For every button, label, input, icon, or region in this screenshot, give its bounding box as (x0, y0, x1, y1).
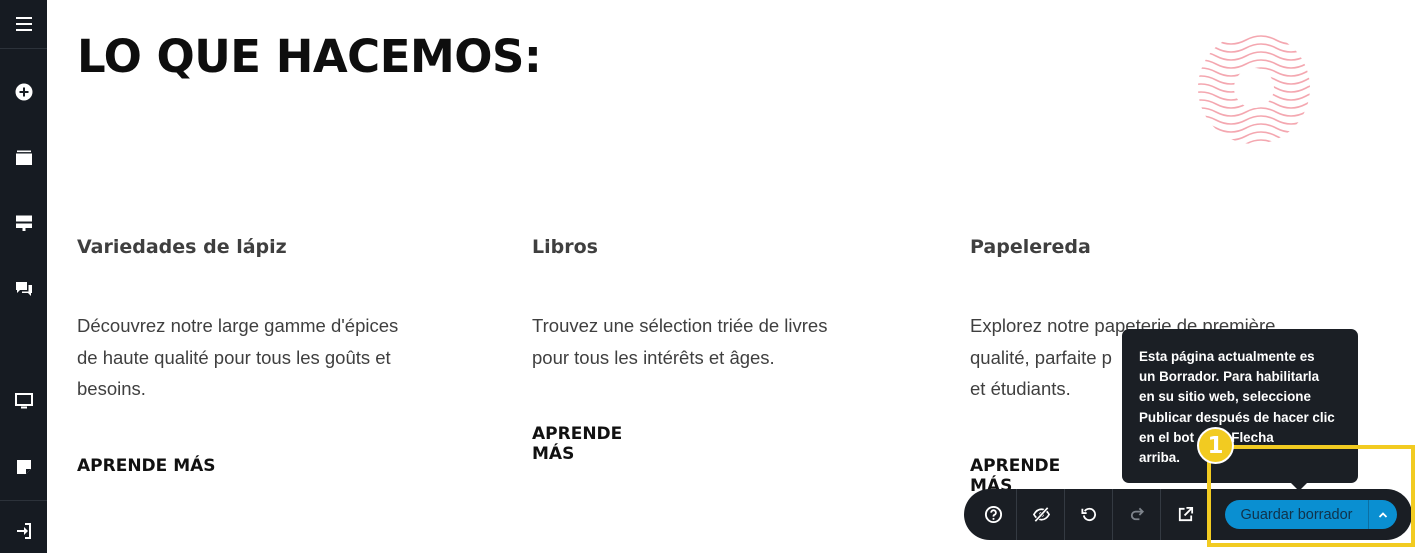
sections-button[interactable] (0, 199, 47, 247)
redo-button[interactable] (1113, 489, 1161, 540)
exit-editor-button[interactable] (0, 507, 47, 553)
learn-more-link[interactable]: APRENDE MÁS (77, 456, 216, 476)
open-preview-button[interactable] (1161, 489, 1209, 540)
decorative-ring-graphic (1198, 35, 1311, 144)
column-description: Trouvez une sélection triée de livres po… (532, 315, 828, 368)
redo-icon (1130, 507, 1144, 521)
highlight-annotation-box (1207, 445, 1415, 547)
column-heading: Libros (532, 236, 598, 258)
feature-column-pencils: Variedades de lápiz Découvrez notre larg… (77, 236, 398, 476)
hide-icon (1032, 506, 1050, 523)
pages-button[interactable] (0, 134, 47, 182)
menu-icon (15, 17, 32, 31)
exit-icon (16, 523, 31, 539)
column-heading: Variedades de lápiz (77, 236, 287, 258)
editor-sidebar (0, 0, 47, 553)
notes-button[interactable] (0, 443, 47, 491)
add-element-button[interactable] (0, 68, 47, 116)
desktop-preview-icon (14, 393, 33, 409)
feature-column-books: Libros Trouvez une sélection triée de li… (532, 236, 827, 464)
step-number-badge: 1 (1197, 427, 1234, 464)
help-button[interactable] (969, 489, 1017, 540)
menu-button[interactable] (0, 0, 47, 48)
page-title: LO QUE HACEMOS: (77, 30, 542, 83)
external-preview-icon (1178, 506, 1193, 522)
column-heading: Papelereda (970, 236, 1091, 258)
toggle-visibility-button[interactable] (1017, 489, 1065, 540)
comments-button[interactable] (0, 265, 47, 313)
comments-icon (15, 282, 32, 296)
undo-button[interactable] (1065, 489, 1113, 540)
desktop-preview-button[interactable] (0, 377, 47, 425)
column-description: Découvrez notre large gamme d'épices de … (77, 315, 399, 399)
pages-icon (15, 150, 32, 165)
learn-more-link[interactable]: APRENDE MÁS (532, 424, 622, 464)
help-icon (984, 505, 1002, 524)
sections-icon (15, 215, 32, 231)
feature-column-stationery: Papelereda Explorez notre papeterie de p… (970, 236, 1275, 496)
undo-icon (1080, 507, 1096, 522)
add-circle-icon (15, 83, 32, 101)
notes-icon (16, 460, 31, 474)
